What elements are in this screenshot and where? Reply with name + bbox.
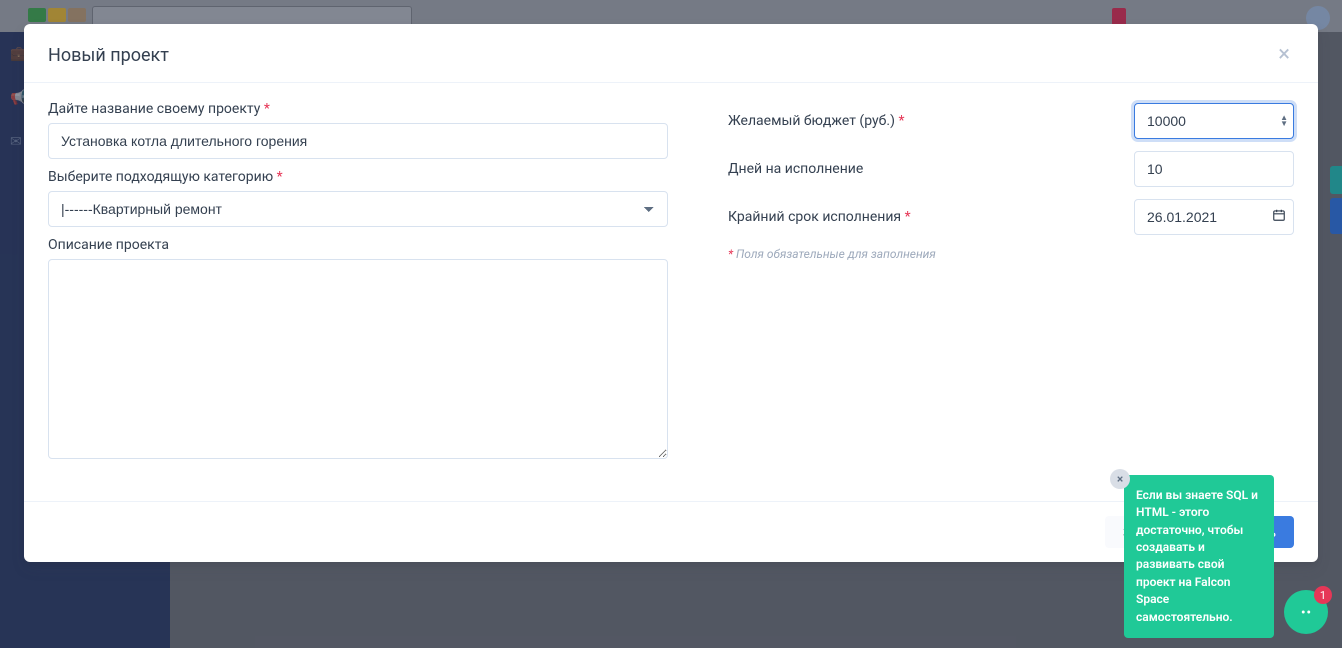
modal-body: Дайте название своему проекту * Выберите… <box>24 83 1318 501</box>
close-icon[interactable]: × <box>1274 44 1294 66</box>
tooltip-text: Если вы знаете SQL и HTML - этого достат… <box>1136 488 1258 624</box>
modal-title: Новый проект <box>48 45 169 66</box>
project-name-input[interactable] <box>48 123 668 159</box>
category-label: Выберите подходящую категорию * <box>48 169 668 185</box>
tooltip-close-icon[interactable]: × <box>1110 469 1130 489</box>
description-label: Описание проекта <box>48 237 668 253</box>
number-spinner-icon[interactable]: ▲▼ <box>1280 115 1288 127</box>
chat-icon <box>1295 601 1317 623</box>
deadline-input[interactable] <box>1134 199 1294 235</box>
required-fields-hint: * Поля обязательные для заполнения <box>728 247 1294 261</box>
days-label: Дней на исполнение <box>728 161 1134 177</box>
name-label: Дайте название своему проекту * <box>48 101 668 117</box>
modal-header: Новый проект × <box>24 24 1318 82</box>
required-mark: * <box>277 169 283 185</box>
name-label-text: Дайте название своему проекту <box>48 101 260 117</box>
days-input[interactable] <box>1134 151 1294 187</box>
required-mark: * <box>898 113 904 129</box>
budget-input[interactable] <box>1134 103 1294 139</box>
required-mark: * <box>905 209 911 225</box>
required-mark: * <box>264 101 270 117</box>
description-textarea[interactable] <box>48 259 668 459</box>
budget-label-text: Желаемый бюджет (руб.) <box>728 113 895 129</box>
deadline-label-text: Крайний срок исполнения <box>728 209 901 225</box>
form-right-column: Желаемый бюджет (руб.) * ▲▼ Дней на испо… <box>728 99 1294 473</box>
promo-tooltip: × Если вы знаете SQL и HTML - этого дост… <box>1124 475 1274 638</box>
calendar-icon[interactable] <box>1272 208 1286 226</box>
budget-label: Желаемый бюджет (руб.) * <box>728 113 1134 129</box>
category-select[interactable]: |------Квартирный ремонт <box>48 191 668 227</box>
form-left-column: Дайте название своему проекту * Выберите… <box>48 99 668 473</box>
deadline-label: Крайний срок исполнения * <box>728 209 1134 225</box>
chat-badge: 1 <box>1314 586 1332 604</box>
chat-fab-button[interactable]: 1 <box>1284 590 1328 634</box>
hint-text: Поля обязательные для заполнения <box>733 247 936 261</box>
category-label-text: Выберите подходящую категорию <box>48 169 273 185</box>
